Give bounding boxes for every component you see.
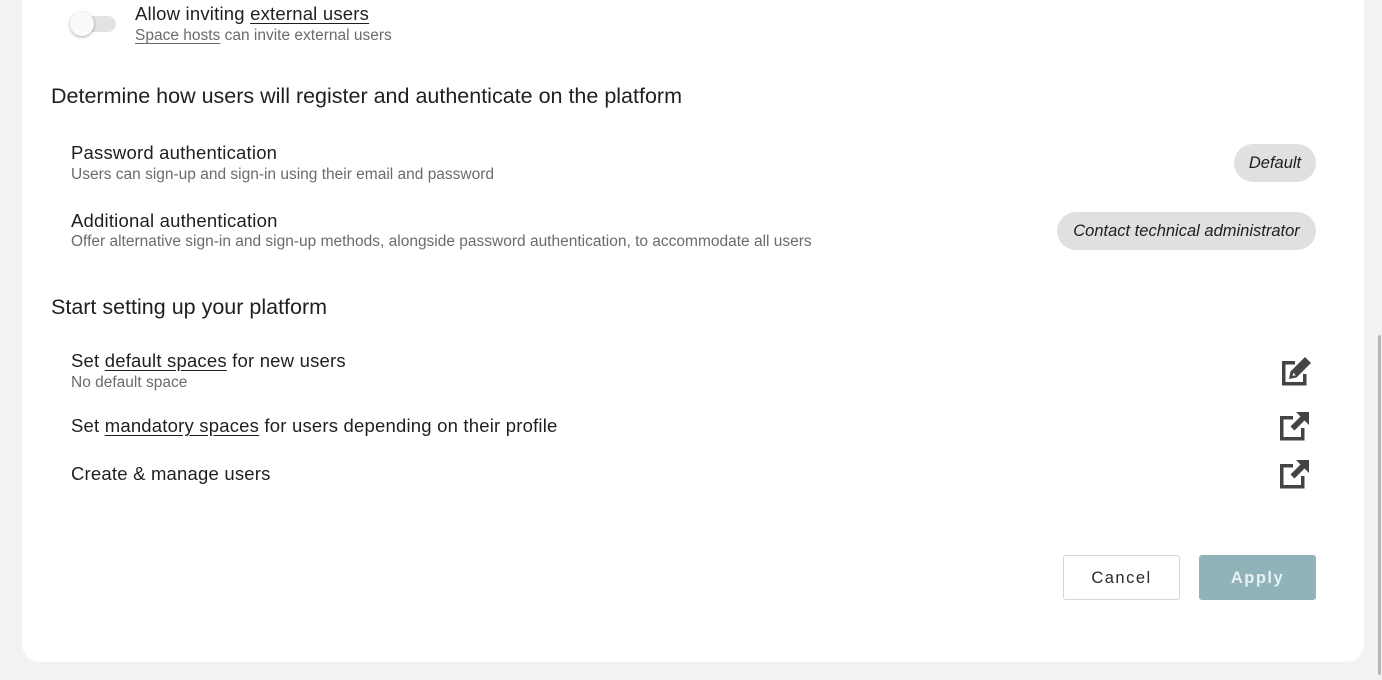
default-spaces-link[interactable]: default spaces [105,350,227,371]
password-auth-description: Users can sign-up and sign-in using thei… [71,166,495,183]
external-link-icon [1280,412,1309,441]
setup-section-heading: Start setting up your platform [51,295,328,319]
manage-users-external-link-icon[interactable] [1277,456,1313,492]
edit-icon-svg [1282,357,1311,386]
mandatory-spaces-prefix: Set [71,415,105,436]
apply-button[interactable]: Apply [1199,555,1316,600]
default-badge: Default [1234,144,1316,182]
password-auth-title: Password authentication [71,142,278,163]
contact-admin-badge: Contact technical administrator [1057,212,1316,250]
edit-icon[interactable] [1277,354,1313,390]
default-spaces-prefix: Set [71,350,105,371]
mandatory-spaces-external-link-icon[interactable] [1277,408,1313,444]
external-users-title-prefix: Allow inviting [135,3,251,24]
external-users-title: Allow inviting external users [135,3,369,25]
scrollbar-thumb[interactable] [1378,335,1381,675]
external-users-toggle[interactable] [70,12,116,36]
external-users-description-rest: can invite external users [220,27,392,44]
manage-users-title: Create & manage users [71,463,271,484]
toggle-knob [70,12,94,36]
auth-section-heading: Determine how users will register and au… [51,84,682,108]
additional-auth-title: Additional authentication [71,210,278,231]
cancel-button[interactable]: Cancel [1063,555,1180,600]
mandatory-spaces-suffix: for users depending on their profile [259,415,558,436]
external-users-description: Space hosts can invite external users [135,27,392,45]
space-hosts-link[interactable]: Space hosts [135,27,220,44]
default-spaces-suffix: for new users [226,350,346,371]
mandatory-spaces-title: Set mandatory spaces for users depending… [71,415,558,437]
external-users-link[interactable]: external users [250,3,369,24]
mandatory-spaces-link[interactable]: mandatory spaces [105,415,259,436]
external-link-icon [1280,460,1309,489]
default-spaces-title: Set default spaces for new users [71,350,346,372]
additional-auth-description: Offer alternative sign-in and sign-up me… [71,233,812,250]
default-spaces-description: No default space [71,374,188,391]
